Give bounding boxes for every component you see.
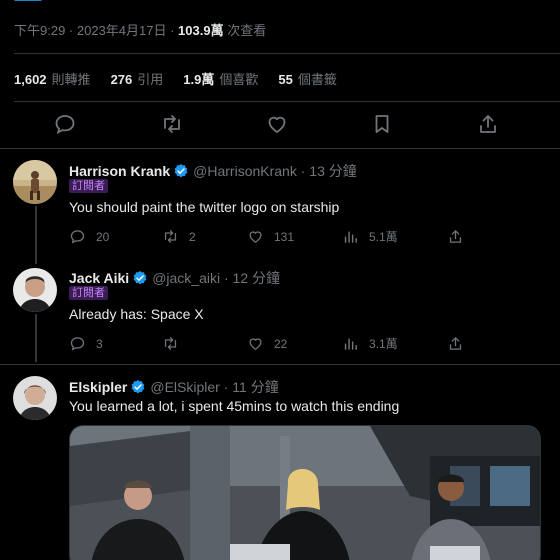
reply-action-bar: 20 2 131 5.1萬 <box>69 228 469 246</box>
views-button[interactable]: 3.1萬 <box>342 335 398 352</box>
reply-action-bar: 3 22 3.1萬 <box>69 335 469 353</box>
user-handle[interactable]: @jack_aiki · 12 分鐘 <box>152 268 280 288</box>
reply-button[interactable]: 3 <box>69 335 103 352</box>
reply-text: You should paint the twitter logo on sta… <box>69 199 340 215</box>
stat-likes[interactable]: 1.9萬 個喜歡 <box>183 69 258 88</box>
reply-text: Already has: Space X <box>69 306 204 322</box>
reply-header: Harrison Krank @HarrisonKrank · 13 分鐘 <box>69 161 357 181</box>
view-count: 5.1萬 <box>369 230 398 244</box>
user-name[interactable]: Harrison Krank <box>69 163 170 179</box>
tweet-action-bar <box>0 112 560 138</box>
retweet-button[interactable]: 2 <box>162 228 196 245</box>
stat-quotes[interactable]: 276 引用 <box>111 69 164 88</box>
share-icon <box>449 230 462 243</box>
reply-count: 20 <box>96 229 110 244</box>
tweet-timestamp[interactable]: 下午9:29 · 2023年4月17日 · <box>14 23 174 38</box>
thread-line <box>35 314 37 362</box>
divider <box>0 364 560 365</box>
views-chart-icon <box>344 338 357 350</box>
tweet-stats: 1,602 則轉推 276 引用 1.9萬 個喜歡 55 個書籤 <box>14 69 337 88</box>
reply-icon[interactable] <box>53 112 77 136</box>
stat-bookmarks[interactable]: 55 個書籤 <box>278 69 336 88</box>
divider <box>14 101 560 102</box>
share-icon <box>449 337 462 350</box>
retweet-count: 2 <box>189 229 196 244</box>
avatar-elskipler[interactable] <box>13 376 57 420</box>
like-button[interactable]: 22 <box>247 335 287 352</box>
reply-icon <box>70 337 85 351</box>
share-button[interactable] <box>447 335 474 352</box>
like-icon[interactable] <box>265 112 289 136</box>
like-button[interactable]: 131 <box>247 228 294 245</box>
retweet-icon <box>164 337 177 350</box>
avatar-harrison-krank[interactable] <box>13 160 57 204</box>
divider <box>0 148 560 149</box>
reply-button[interactable]: 20 <box>69 228 109 245</box>
reply-count: 3 <box>96 336 103 351</box>
reply-text: You learned a lot, i spent 45mins to wat… <box>69 398 400 414</box>
avatar-jack-aiki[interactable] <box>13 268 57 312</box>
like-icon <box>249 338 262 350</box>
user-name[interactable]: Elskipler <box>69 379 127 395</box>
subscriber-badge: 訂閱者 <box>69 286 108 300</box>
tweet-views-label: 次查看 <box>227 23 267 38</box>
share-icon[interactable] <box>476 112 500 136</box>
verified-badge-icon <box>131 380 145 394</box>
thread-line <box>35 206 37 264</box>
views-chart-icon <box>344 231 357 243</box>
subscriber-badge: 訂閱者 <box>69 179 108 193</box>
views-button[interactable]: 5.1萬 <box>342 228 398 245</box>
share-button[interactable] <box>447 228 474 245</box>
retweet-icon <box>164 230 177 243</box>
reply-media-image[interactable] <box>69 425 541 560</box>
top-link-fragment[interactable] <box>14 0 42 6</box>
stat-retweets[interactable]: 1,602 則轉推 <box>14 69 91 88</box>
tweet-views-count: 103.9萬 <box>178 23 224 38</box>
bookmark-icon[interactable] <box>370 112 394 136</box>
reply-header: Jack Aiki @jack_aiki · 12 分鐘 <box>69 268 280 288</box>
verified-badge-icon <box>174 164 188 178</box>
like-count: 131 <box>274 229 295 244</box>
reply-header: Elskipler @ElSkipler · 11 分鐘 <box>69 377 279 397</box>
verified-badge-icon <box>133 271 147 285</box>
divider <box>14 53 560 54</box>
retweet-button[interactable] <box>162 335 189 352</box>
user-handle[interactable]: @ElSkipler · 11 分鐘 <box>150 377 278 397</box>
view-count: 3.1萬 <box>369 337 398 351</box>
like-count: 22 <box>274 336 288 351</box>
like-icon <box>249 231 262 243</box>
tweet-meta: 下午9:29 · 2023年4月17日 · 103.9萬 次查看 <box>14 20 266 39</box>
retweet-icon[interactable] <box>160 112 184 136</box>
reply-icon <box>70 230 85 244</box>
user-handle[interactable]: @HarrisonKrank · 13 分鐘 <box>193 161 357 181</box>
user-name[interactable]: Jack Aiki <box>69 270 129 286</box>
